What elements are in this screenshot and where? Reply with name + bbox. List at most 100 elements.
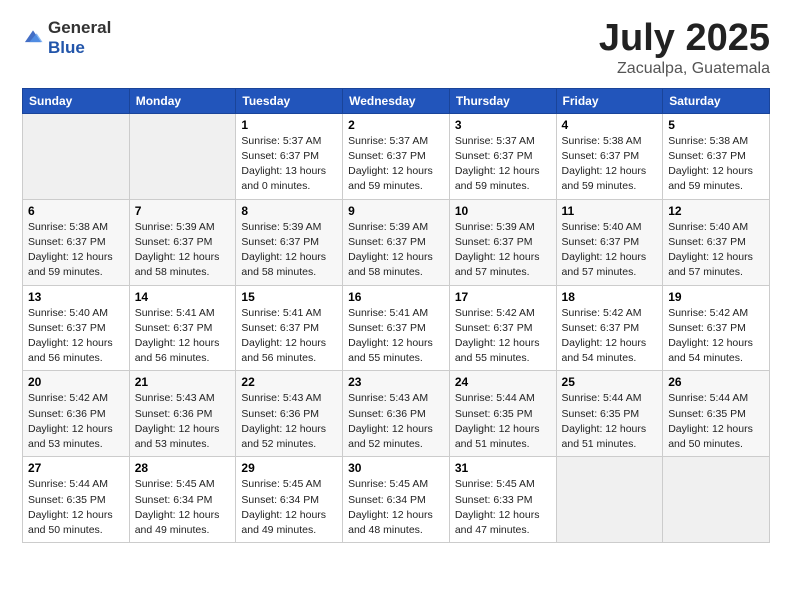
day-info: Sunrise: 5:40 AM Sunset: 6:37 PM Dayligh… [28, 306, 124, 367]
calendar-day: 5 Sunrise: 5:38 AM Sunset: 6:37 PM Daylig… [663, 113, 770, 199]
day-info: Sunrise: 5:38 AM Sunset: 6:37 PM Dayligh… [668, 134, 764, 195]
col-tuesday: Tuesday [236, 88, 343, 113]
day-number: 27 [28, 461, 124, 475]
day-info: Sunrise: 5:45 AM Sunset: 6:34 PM Dayligh… [135, 477, 231, 538]
calendar-day [129, 113, 236, 199]
calendar-day: 24 Sunrise: 5:44 AM Sunset: 6:35 PM Dayli… [449, 371, 556, 457]
day-number: 31 [455, 461, 551, 475]
calendar-day: 4 Sunrise: 5:38 AM Sunset: 6:37 PM Daylig… [556, 113, 663, 199]
day-info: Sunrise: 5:43 AM Sunset: 6:36 PM Dayligh… [135, 391, 231, 452]
logo-text: General Blue [48, 18, 111, 58]
day-number: 2 [348, 118, 444, 132]
day-info: Sunrise: 5:42 AM Sunset: 6:37 PM Dayligh… [455, 306, 551, 367]
day-number: 20 [28, 375, 124, 389]
calendar-day: 6 Sunrise: 5:38 AM Sunset: 6:37 PM Daylig… [23, 199, 130, 285]
day-number: 24 [455, 375, 551, 389]
day-number: 21 [135, 375, 231, 389]
day-number: 17 [455, 290, 551, 304]
calendar-week-4: 20Sunrise: 5:42 AM Sunset: 6:36 PM Dayli… [23, 371, 770, 457]
day-info: Sunrise: 5:44 AM Sunset: 6:35 PM Dayligh… [562, 391, 658, 452]
day-number: 10 [455, 204, 551, 218]
day-info: Sunrise: 5:39 AM Sunset: 6:37 PM Dayligh… [348, 220, 444, 281]
day-info: Sunrise: 5:44 AM Sunset: 6:35 PM Dayligh… [668, 391, 764, 452]
calendar-day: 27 Sunrise: 5:44 AM Sunset: 6:35 PM Dayli… [23, 457, 130, 543]
day-info: Sunrise: 5:38 AM Sunset: 6:37 PM Dayligh… [562, 134, 658, 195]
col-saturday: Saturday [663, 88, 770, 113]
day-info: Sunrise: 5:44 AM Sunset: 6:35 PM Dayligh… [28, 477, 124, 538]
day-info: Sunrise: 5:40 AM Sunset: 6:37 PM Dayligh… [668, 220, 764, 281]
calendar-day: 10 Sunrise: 5:39 AM Sunset: 6:37 PM Dayli… [449, 199, 556, 285]
calendar-day: 26Sunrise: 5:44 AM Sunset: 6:35 PM Dayli… [663, 371, 770, 457]
calendar-day: 25 Sunrise: 5:44 AM Sunset: 6:35 PM Dayli… [556, 371, 663, 457]
title-block: July 2025 Zacualpa, Guatemala [599, 18, 770, 78]
calendar-week-3: 13Sunrise: 5:40 AM Sunset: 6:37 PM Dayli… [23, 285, 770, 371]
day-number: 23 [348, 375, 444, 389]
calendar-title: July 2025 [599, 18, 770, 60]
day-info: Sunrise: 5:38 AM Sunset: 6:37 PM Dayligh… [28, 220, 124, 281]
page: General Blue July 2025 Zacualpa, Guatema… [0, 0, 792, 612]
day-number: 6 [28, 204, 124, 218]
day-info: Sunrise: 5:44 AM Sunset: 6:35 PM Dayligh… [455, 391, 551, 452]
day-info: Sunrise: 5:42 AM Sunset: 6:37 PM Dayligh… [668, 306, 764, 367]
day-number: 1 [241, 118, 337, 132]
day-info: Sunrise: 5:40 AM Sunset: 6:37 PM Dayligh… [562, 220, 658, 281]
col-thursday: Thursday [449, 88, 556, 113]
header: General Blue July 2025 Zacualpa, Guatema… [22, 18, 770, 78]
calendar-day: 19Sunrise: 5:42 AM Sunset: 6:37 PM Dayli… [663, 285, 770, 371]
day-info: Sunrise: 5:39 AM Sunset: 6:37 PM Dayligh… [455, 220, 551, 281]
calendar-table: Sunday Monday Tuesday Wednesday Thursday… [22, 88, 770, 543]
calendar-day: 8Sunrise: 5:39 AM Sunset: 6:37 PM Daylig… [236, 199, 343, 285]
calendar-week-1: 1 Sunrise: 5:37 AM Sunset: 6:37 PM Daylig… [23, 113, 770, 199]
calendar-day: 1 Sunrise: 5:37 AM Sunset: 6:37 PM Daylig… [236, 113, 343, 199]
calendar-day: 16 Sunrise: 5:41 AM Sunset: 6:37 PM Dayli… [343, 285, 450, 371]
day-info: Sunrise: 5:41 AM Sunset: 6:37 PM Dayligh… [241, 306, 337, 367]
day-number: 15 [241, 290, 337, 304]
day-info: Sunrise: 5:37 AM Sunset: 6:37 PM Dayligh… [455, 134, 551, 195]
calendar-day: 12Sunrise: 5:40 AM Sunset: 6:37 PM Dayli… [663, 199, 770, 285]
calendar-day: 11 Sunrise: 5:40 AM Sunset: 6:37 PM Dayli… [556, 199, 663, 285]
calendar-week-2: 6 Sunrise: 5:38 AM Sunset: 6:37 PM Daylig… [23, 199, 770, 285]
day-info: Sunrise: 5:37 AM Sunset: 6:37 PM Dayligh… [348, 134, 444, 195]
day-info: Sunrise: 5:39 AM Sunset: 6:37 PM Dayligh… [241, 220, 337, 281]
day-info: Sunrise: 5:39 AM Sunset: 6:37 PM Dayligh… [135, 220, 231, 281]
logo-icon [22, 26, 44, 48]
calendar-day: 13Sunrise: 5:40 AM Sunset: 6:37 PM Dayli… [23, 285, 130, 371]
day-number: 28 [135, 461, 231, 475]
day-number: 22 [241, 375, 337, 389]
calendar-day: 2 Sunrise: 5:37 AM Sunset: 6:37 PM Daylig… [343, 113, 450, 199]
calendar-day: 15 Sunrise: 5:41 AM Sunset: 6:37 PM Dayli… [236, 285, 343, 371]
day-info: Sunrise: 5:43 AM Sunset: 6:36 PM Dayligh… [348, 391, 444, 452]
calendar-day [663, 457, 770, 543]
calendar-day: 3 Sunrise: 5:37 AM Sunset: 6:37 PM Daylig… [449, 113, 556, 199]
day-info: Sunrise: 5:41 AM Sunset: 6:37 PM Dayligh… [135, 306, 231, 367]
calendar-day: 28 Sunrise: 5:45 AM Sunset: 6:34 PM Dayli… [129, 457, 236, 543]
col-sunday: Sunday [23, 88, 130, 113]
day-number: 18 [562, 290, 658, 304]
day-number: 3 [455, 118, 551, 132]
day-number: 7 [135, 204, 231, 218]
day-info: Sunrise: 5:45 AM Sunset: 6:33 PM Dayligh… [455, 477, 551, 538]
day-number: 16 [348, 290, 444, 304]
day-number: 14 [135, 290, 231, 304]
day-number: 11 [562, 204, 658, 218]
day-info: Sunrise: 5:41 AM Sunset: 6:37 PM Dayligh… [348, 306, 444, 367]
col-monday: Monday [129, 88, 236, 113]
day-number: 25 [562, 375, 658, 389]
calendar-day: 9 Sunrise: 5:39 AM Sunset: 6:37 PM Daylig… [343, 199, 450, 285]
day-number: 5 [668, 118, 764, 132]
day-info: Sunrise: 5:43 AM Sunset: 6:36 PM Dayligh… [241, 391, 337, 452]
calendar-day: 29 Sunrise: 5:45 AM Sunset: 6:34 PM Dayli… [236, 457, 343, 543]
calendar-day: 7 Sunrise: 5:39 AM Sunset: 6:37 PM Daylig… [129, 199, 236, 285]
day-number: 9 [348, 204, 444, 218]
day-info: Sunrise: 5:45 AM Sunset: 6:34 PM Dayligh… [241, 477, 337, 538]
calendar-day: 21 Sunrise: 5:43 AM Sunset: 6:36 PM Dayli… [129, 371, 236, 457]
calendar-day [23, 113, 130, 199]
day-number: 29 [241, 461, 337, 475]
day-number: 30 [348, 461, 444, 475]
col-friday: Friday [556, 88, 663, 113]
calendar-day: 17 Sunrise: 5:42 AM Sunset: 6:37 PM Dayli… [449, 285, 556, 371]
calendar-day: 30Sunrise: 5:45 AM Sunset: 6:34 PM Dayli… [343, 457, 450, 543]
day-number: 4 [562, 118, 658, 132]
calendar-day: 20Sunrise: 5:42 AM Sunset: 6:36 PM Dayli… [23, 371, 130, 457]
day-info: Sunrise: 5:37 AM Sunset: 6:37 PM Dayligh… [241, 134, 337, 195]
